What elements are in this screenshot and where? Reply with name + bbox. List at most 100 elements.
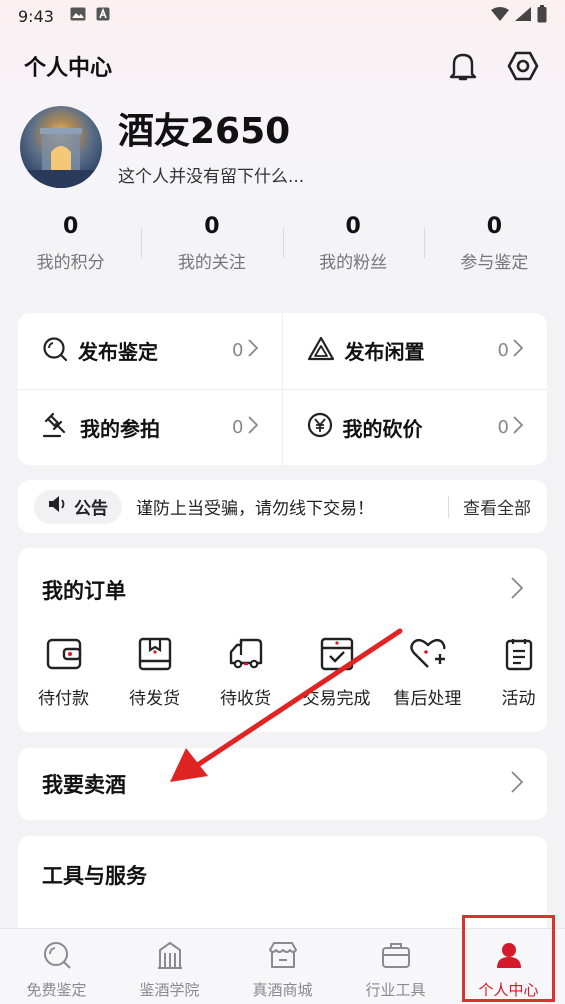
publish-idle-button[interactable]: 发布闲置 0	[282, 313, 547, 390]
truck-icon	[200, 632, 291, 676]
stats-row: 0 我的积分 0 我的关注 0 我的粉丝 0 参与鉴定	[0, 210, 565, 280]
user-bio: 这个人并没有留下什么...	[118, 166, 305, 187]
bell-icon[interactable]	[445, 48, 481, 84]
status-bar: 9:43	[0, 0, 565, 32]
tab-label: 鉴酒学院	[139, 981, 200, 999]
profile-section[interactable]: 酒友2650 这个人并没有留下什么...	[20, 104, 550, 190]
tab-industry-tools[interactable]: 行业工具	[339, 929, 452, 1004]
stat-following[interactable]: 0 我的关注	[141, 210, 282, 280]
order-pending-shipment[interactable]: 待发货	[109, 632, 200, 709]
stat-value: 0	[204, 214, 220, 239]
order-label: 交易完成	[302, 689, 371, 709]
my-auctions-button[interactable]: 我的参拍 0	[18, 389, 283, 465]
quick-action-label: 我的参拍	[80, 416, 160, 441]
speaker-icon	[48, 495, 68, 518]
count-value: 0	[232, 416, 244, 438]
image-notification-icon	[70, 7, 86, 25]
sell-wine-button[interactable]: 我要卖酒	[18, 748, 547, 820]
battery-icon	[537, 5, 547, 27]
notice-tag-label: 公告	[74, 499, 108, 519]
quick-action-label: 我的砍价	[342, 416, 423, 441]
username: 酒友2650	[118, 110, 291, 152]
chevron-right-icon	[513, 339, 524, 362]
stat-label: 我的积分	[36, 253, 105, 273]
quick-action-label: 发布闲置	[344, 340, 425, 365]
tab-label: 个人中心	[478, 981, 539, 999]
order-label: 活动	[501, 689, 536, 709]
avatar[interactable]	[20, 106, 102, 188]
tab-mall[interactable]: 真酒商城	[226, 929, 339, 1004]
order-activity[interactable]: 活动	[473, 632, 547, 709]
orders-card: 我的订单 待付款 待发货 待收货 交易完成 售后处理 活动	[18, 548, 547, 732]
quick-actions-card: 发布鉴定 0 发布闲置 0 我的参拍 0 我的砍价 0	[18, 313, 547, 465]
tab-personal-center[interactable]: 个人中心	[452, 929, 565, 1004]
signal-icon	[515, 7, 531, 25]
stat-label: 参与鉴定	[460, 253, 529, 273]
quick-action-count: 0	[232, 339, 258, 362]
notice-bar: 公告 谨防上当受骗，请勿线下交易！ 查看全部	[18, 480, 547, 533]
page-header: 个人中心	[0, 40, 565, 92]
orders-header[interactable]: 我的订单	[18, 548, 547, 632]
quick-action-count: 0	[497, 339, 524, 362]
tools-title: 工具与服务	[42, 864, 147, 888]
document-icon	[473, 632, 547, 676]
publish-appraisal-button[interactable]: 发布鉴定 0	[18, 313, 283, 390]
order-completed[interactable]: 交易完成	[291, 632, 382, 709]
order-label: 待付款	[38, 689, 89, 709]
chevron-right-icon	[511, 771, 524, 797]
box-icon	[109, 632, 200, 676]
search-icon	[0, 939, 113, 971]
stat-followers[interactable]: 0 我的粉丝	[282, 210, 424, 280]
order-status-row: 待付款 待发货 待收货 交易完成 售后处理 活动	[18, 632, 547, 709]
order-after-sales[interactable]: 售后处理	[382, 632, 473, 709]
stat-appraisals[interactable]: 0 参与鉴定	[423, 210, 565, 280]
stat-label: 我的粉丝	[319, 253, 388, 273]
auction-hammer-icon	[42, 412, 70, 442]
stat-value: 0	[345, 214, 361, 239]
order-label: 待发货	[129, 689, 180, 709]
tab-academy[interactable]: 鉴酒学院	[113, 929, 226, 1004]
count-value: 0	[497, 416, 509, 438]
status-time: 9:43	[18, 6, 54, 26]
stat-label: 我的关注	[177, 253, 246, 273]
bottom-tab-bar: 免费鉴定 鉴酒学院 真酒商城 行业工具 个人中心	[0, 928, 565, 1004]
count-value: 0	[497, 340, 509, 362]
order-pending-payment[interactable]: 待付款	[18, 632, 109, 709]
divider	[448, 495, 449, 518]
tools-services-card: 工具与服务	[18, 836, 547, 936]
quick-action-label: 发布鉴定	[78, 340, 158, 365]
gear-icon[interactable]	[505, 48, 541, 84]
briefcase-icon	[339, 939, 452, 971]
store-icon	[226, 939, 339, 971]
chevron-right-icon	[247, 339, 258, 362]
order-label: 待收货	[220, 689, 271, 709]
box-check-icon	[291, 632, 382, 676]
stat-points[interactable]: 0 我的积分	[0, 210, 141, 280]
notice-text: 谨防上当受骗，请勿线下交易！	[136, 499, 374, 519]
wallet-icon	[18, 632, 109, 676]
order-label: 售后处理	[393, 689, 462, 709]
tab-label: 真酒商城	[252, 981, 313, 999]
my-bargains-button[interactable]: 我的砍价 0	[283, 390, 548, 466]
tab-free-appraisal[interactable]: 免费鉴定	[0, 929, 113, 1004]
triangle-recycle-icon	[307, 336, 335, 366]
sell-wine-label: 我要卖酒	[42, 773, 126, 797]
yen-icon	[307, 412, 333, 442]
stat-value: 0	[486, 214, 503, 239]
orders-title: 我的订单	[42, 579, 126, 603]
building-icon	[113, 939, 226, 971]
notice-tag: 公告	[34, 489, 122, 524]
app-notification-icon	[96, 7, 110, 25]
quick-action-count: 0	[497, 416, 524, 439]
search-icon	[42, 336, 68, 366]
stat-value: 0	[62, 214, 79, 239]
chevron-right-icon	[511, 577, 524, 603]
view-all-link[interactable]: 查看全部	[463, 494, 531, 519]
count-value: 0	[232, 340, 244, 362]
order-pending-receipt[interactable]: 待收货	[200, 632, 291, 709]
chevron-right-icon	[513, 416, 524, 439]
tab-label: 行业工具	[365, 981, 426, 999]
user-icon	[452, 939, 565, 971]
heart-plus-icon	[382, 632, 473, 676]
chevron-right-icon	[247, 416, 258, 439]
